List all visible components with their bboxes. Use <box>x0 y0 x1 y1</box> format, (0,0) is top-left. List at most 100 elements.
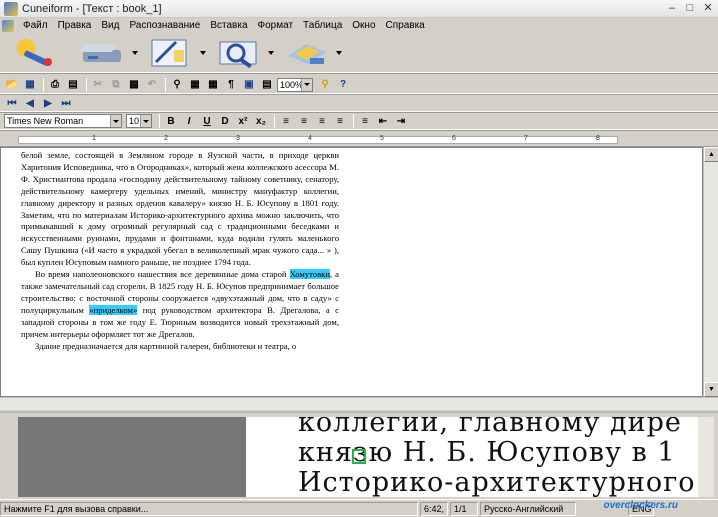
wizard-icon <box>17 38 52 66</box>
highlighted-word: «приделком» <box>89 304 138 315</box>
ruler-number: 3 <box>236 135 240 142</box>
chevron-down-icon[interactable] <box>132 50 138 55</box>
preview-scrollbar[interactable] <box>698 417 714 497</box>
status-language: Русско-Английский <box>480 501 576 516</box>
text-editor[interactable]: белой земле, состоящей в Земляном городе… <box>0 147 703 397</box>
main-toolbar <box>0 33 718 73</box>
align-right-icon[interactable]: ≡ <box>314 113 330 129</box>
ruler-number: 4 <box>308 135 312 142</box>
zoom-select[interactable]: 100% <box>277 77 313 92</box>
watermark: overclockers.ru <box>603 500 679 511</box>
table-icon[interactable]: ▦ <box>187 77 203 93</box>
cut-icon[interactable]: ✂ <box>90 77 106 93</box>
preview-line: коллегии, главному дире <box>298 417 682 438</box>
menu-file[interactable]: Файл <box>18 20 53 31</box>
standard-toolbar: 📂 ▦ ⎙ ▤ ✂ ⧉ ▩ ↶ ⚲ ▦ ▦ ¶ ▣ ▤ 100% ⚲ ? <box>0 76 718 94</box>
wizard-button[interactable] <box>6 35 64 71</box>
superscript-icon[interactable]: x² <box>235 113 251 129</box>
previous-page-icon[interactable]: ◀ <box>22 95 38 111</box>
menu-table[interactable]: Таблица <box>298 20 347 31</box>
last-page-icon[interactable]: ⏭ <box>58 95 74 111</box>
preview-line: Историко-архитектурного <box>298 467 696 497</box>
document-paragraph[interactable]: Во время наполеоновского нашествия все д… <box>21 269 339 340</box>
maximize-button[interactable]: □ <box>682 1 698 16</box>
indent-icon[interactable]: ⇥ <box>393 113 409 129</box>
status-position: 6:42, <box>420 501 448 516</box>
menu-insert[interactable]: Вставка <box>205 20 252 31</box>
strikethrough-icon[interactable]: D <box>217 113 233 129</box>
chevron-down-icon[interactable] <box>140 115 151 127</box>
save-result-button[interactable] <box>278 35 342 71</box>
close-button[interactable]: ✕ <box>700 1 716 16</box>
grid-icon[interactable]: ▦ <box>205 77 221 93</box>
minimize-button[interactable]: – <box>664 1 680 16</box>
horizontal-scrollbar[interactable] <box>0 397 718 410</box>
ruler-number: 6 <box>452 135 456 142</box>
ruler-number: 7 <box>524 135 528 142</box>
font-size-select[interactable]: 10 <box>126 114 152 128</box>
chevron-down-icon[interactable] <box>301 78 312 91</box>
ruler[interactable]: 1 2 3 4 5 6 7 8 <box>0 133 718 147</box>
align-left-icon[interactable]: ≡ <box>278 113 294 129</box>
document-page[interactable]: белой земле, состоящей в Земляном городе… <box>21 150 339 352</box>
menu-window[interactable]: Окно <box>347 20 380 31</box>
text-icon[interactable]: ▤ <box>259 77 275 93</box>
source-image-preview[interactable]: коллегии, главному дире князю Н. Б. Юсуп… <box>246 417 698 497</box>
scroll-down-arrow[interactable]: ▼ <box>704 382 718 397</box>
ruler-number: 8 <box>596 135 600 142</box>
ruler-number: 1 <box>92 135 96 142</box>
undo-icon[interactable]: ↶ <box>144 77 160 93</box>
menu-help[interactable]: Справка <box>381 20 430 31</box>
frame-icon[interactable]: ▣ <box>241 77 257 93</box>
recognize-button[interactable] <box>210 35 274 71</box>
align-justify-icon[interactable]: ≡ <box>332 113 348 129</box>
chevron-down-icon[interactable] <box>110 115 121 127</box>
chevron-down-icon[interactable] <box>200 50 206 55</box>
open-icon[interactable]: 📂 <box>4 77 20 93</box>
print-preview-icon[interactable]: ▤ <box>65 77 81 93</box>
text-run: Здание предназначается для картинной гал… <box>35 340 297 351</box>
menu-bar: Файл Правка Вид Распознавание Вставка Фо… <box>0 18 718 33</box>
highlighted-word: Хомутовки <box>289 269 330 280</box>
subscript-icon[interactable]: x₂ <box>253 113 269 129</box>
hint-icon[interactable]: ⚲ <box>317 77 333 93</box>
document-paragraph[interactable]: белой земле, состоящей в Земляном городе… <box>21 150 339 269</box>
scan-button[interactable] <box>74 35 138 71</box>
menu-edit[interactable]: Правка <box>53 20 97 31</box>
text-run: белой земле, состоящей в Земляном городе… <box>21 150 339 268</box>
menu-format[interactable]: Формат <box>253 20 299 31</box>
app-icon <box>4 1 18 16</box>
copy-icon[interactable]: ⧉ <box>108 77 124 93</box>
menu-view[interactable]: Вид <box>96 20 124 31</box>
scanner-icon <box>80 43 121 62</box>
bold-icon[interactable]: B <box>163 113 179 129</box>
layout-button[interactable] <box>142 35 206 71</box>
next-page-icon[interactable]: ▶ <box>40 95 56 111</box>
save-icon[interactable]: ▦ <box>22 77 38 93</box>
chevron-down-icon[interactable] <box>336 50 342 55</box>
underline-icon[interactable]: U <box>199 113 215 129</box>
recognize-icon <box>219 41 257 68</box>
align-center-icon[interactable]: ≡ <box>296 113 312 129</box>
first-page-icon[interactable]: ⏮ <box>4 95 20 111</box>
title-bar: Cuneiform - [Текст : book_1] – □ ✕ <box>0 0 718 18</box>
document-paragraph[interactable]: Здание предназначается для картинной гал… <box>21 341 339 353</box>
menu-recognition[interactable]: Распознавание <box>124 20 205 31</box>
whats-this-icon[interactable]: ? <box>335 77 351 93</box>
window-title: Cuneiform - [Текст : book_1] <box>22 2 162 15</box>
outdent-icon[interactable]: ⇤ <box>375 113 391 129</box>
find-icon[interactable]: ⚲ <box>169 77 185 93</box>
pilcrow-icon[interactable]: ¶ <box>223 77 239 93</box>
scroll-up-arrow[interactable]: ▲ <box>704 147 718 162</box>
italic-icon[interactable]: I <box>181 113 197 129</box>
format-toolbar: Times New Roman 10 B I U D x² x₂ ≡ ≡ ≡ ≡… <box>0 113 718 130</box>
print-icon[interactable]: ⎙ <box>47 77 63 93</box>
font-family-select[interactable]: Times New Roman <box>4 114 122 128</box>
status-help: Нажмите F1 для вызова справки... <box>0 501 418 516</box>
paste-icon[interactable]: ▩ <box>126 77 142 93</box>
chevron-down-icon[interactable] <box>268 50 274 55</box>
ruler-number: 5 <box>380 135 384 142</box>
bullet-list-icon[interactable]: ≡ <box>357 113 373 129</box>
document-icon[interactable] <box>2 19 14 32</box>
vertical-scrollbar[interactable]: ▲ ▼ <box>703 147 718 397</box>
